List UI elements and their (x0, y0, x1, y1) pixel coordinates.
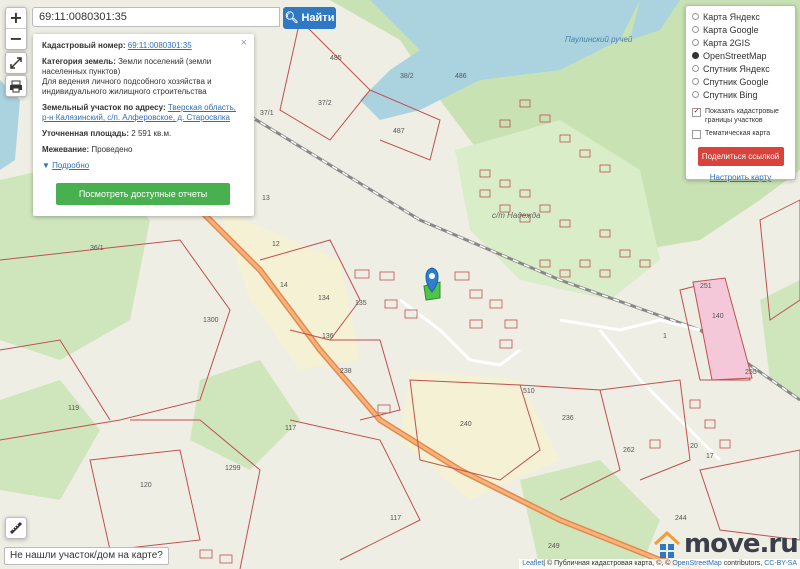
radio-icon (692, 91, 699, 98)
thematic-checkbox[interactable]: Тематическая карта (692, 129, 789, 139)
close-icon[interactable]: × (241, 38, 247, 49)
view-reports-button[interactable]: Посмотреть доступные отчеты (56, 183, 230, 205)
zoom-out-button[interactable]: − (6, 29, 26, 49)
svg-text:1300: 1300 (203, 317, 219, 324)
cadastral-checkbox[interactable]: ✓ Показать кадастровые границы участков (692, 107, 789, 125)
fullscreen-button[interactable] (5, 52, 27, 74)
layer-option[interactable]: Карта 2GIS (692, 36, 789, 49)
svg-text:135: 135 (355, 300, 367, 307)
svg-text:38/2: 38/2 (400, 73, 414, 80)
expand-icon (10, 57, 22, 69)
svg-text:14: 14 (280, 282, 288, 289)
checkmark-icon: ✓ (692, 108, 701, 117)
search-button[interactable]: 🔍︎ Найти (283, 7, 336, 29)
svg-text:238: 238 (340, 368, 352, 375)
usage-value: Для ведения личного подсобного хозяйства… (42, 77, 212, 96)
svg-text:119: 119 (68, 405, 79, 412)
svg-text:262: 262 (623, 447, 635, 454)
more-details-toggle[interactable]: ▼ Подробно (42, 161, 245, 171)
svg-text:17: 17 (706, 453, 714, 460)
svg-text:36/1: 36/1 (90, 245, 104, 252)
category-label: Категория земель: (42, 57, 116, 66)
ruler-icon (9, 521, 23, 535)
svg-text:12: 12 (272, 241, 280, 248)
svg-text:117: 117 (390, 515, 401, 522)
printer-icon (10, 80, 22, 93)
svg-text:236: 236 (562, 415, 574, 422)
svg-text:13: 13 (262, 195, 270, 202)
radio-icon (692, 39, 699, 46)
print-button[interactable] (5, 75, 27, 97)
brook-label: Паулинский ручей (565, 35, 633, 44)
cadastral-label: Кадастровый номер: (42, 41, 126, 50)
svg-text:255: 255 (745, 369, 757, 376)
svg-text:120: 120 (140, 482, 152, 489)
parcel-info-popup: × Кадастровый номер: 69:11:0080301:35 Ка… (33, 34, 254, 216)
svg-text:510: 510 (523, 388, 535, 395)
not-found-button[interactable]: Не нашли участок/дом на карте? (4, 547, 169, 565)
house-icon (653, 530, 681, 558)
license-link[interactable]: CC-BY-SA (764, 560, 797, 567)
chevron-down-icon: ▼ (42, 161, 50, 170)
osm-link[interactable]: OpenStreetMap (672, 560, 721, 567)
area-value: 2 591 кв.м. (131, 129, 172, 138)
checkbox-icon (692, 130, 701, 139)
survey-value: Проведено (91, 145, 133, 154)
layer-option[interactable]: Спутник Bing (692, 88, 789, 101)
search-icon: 🔍︎ (284, 12, 299, 24)
layer-option[interactable]: Спутник Google (692, 75, 789, 88)
svg-text:487: 487 (393, 128, 405, 135)
layer-option[interactable]: Спутник Яндекс (692, 62, 789, 75)
radio-selected-icon (692, 52, 699, 59)
svg-text:240: 240 (460, 421, 472, 428)
svg-text:37/1: 37/1 (260, 110, 274, 117)
layers-panel: Карта Яндекс Карта Google Карта 2GIS Ope… (685, 5, 796, 182)
settlement-label: с/т Надежда (492, 211, 541, 220)
svg-text:20: 20 (690, 443, 698, 450)
zoom-control: + − (5, 7, 27, 50)
cadastral-number-link[interactable]: 69:11:0080301:35 (128, 41, 192, 50)
move-ru-logo: move.ru (652, 526, 799, 562)
address-label: Земельный участок по адресу: (42, 103, 166, 112)
svg-text:140: 140 (712, 313, 724, 320)
svg-text:1: 1 (663, 333, 667, 340)
search-input[interactable]: 69:11:0080301:35 (32, 7, 280, 27)
layer-option[interactable]: Карта Яндекс (692, 10, 789, 23)
radio-icon (692, 26, 699, 33)
leaflet-link[interactable]: Leaflet (522, 560, 543, 567)
svg-text:1299: 1299 (225, 465, 241, 472)
svg-text:485: 485 (330, 55, 342, 62)
radio-icon (692, 65, 699, 72)
svg-text:244: 244 (675, 515, 687, 522)
survey-label: Межевание: (42, 145, 90, 154)
svg-text:136: 136 (322, 333, 334, 340)
radio-icon (692, 78, 699, 85)
svg-text:249: 249 (548, 543, 560, 550)
layer-option-selected[interactable]: OpenStreetMap (692, 49, 789, 62)
setup-map-link[interactable]: Настроить карту (692, 173, 789, 182)
svg-text:251: 251 (700, 283, 712, 290)
svg-text:134: 134 (318, 295, 330, 302)
ruler-button[interactable] (5, 517, 27, 539)
map-attribution: Leaflet| © Публичная кадастровая карта, … (519, 559, 800, 569)
radio-icon (692, 13, 699, 20)
zoom-in-button[interactable]: + (6, 8, 26, 29)
svg-text:486: 486 (455, 73, 467, 80)
area-label: Уточненная площадь: (42, 129, 130, 138)
share-link-button[interactable]: Поделиться ссылкой (697, 147, 784, 166)
svg-text:37/2: 37/2 (318, 100, 332, 107)
layer-option[interactable]: Карта Google (692, 23, 789, 36)
svg-text:117: 117 (285, 425, 296, 432)
